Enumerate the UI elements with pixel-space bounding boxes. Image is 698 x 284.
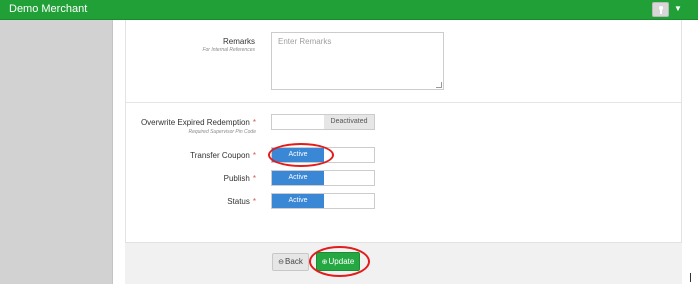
annotation-circle-update (309, 246, 370, 277)
overwrite-expired-toggle[interactable]: Deactivated (271, 114, 375, 130)
publish-toggle[interactable]: Active (271, 170, 375, 186)
toggle-state-active: Active (272, 171, 324, 185)
toggle-state-deactivated: Deactivated (324, 115, 374, 129)
text-cursor (690, 273, 691, 282)
publish-label: Publish * (223, 174, 256, 183)
remarks-placeholder: Enter Remarks (278, 37, 332, 46)
overwrite-expired-label: Overwrite Expired Redemption * (140, 118, 256, 127)
back-button[interactable]: ⊖Back (272, 253, 309, 271)
remarks-hint: For Internal References (202, 47, 255, 53)
brand-title[interactable]: Demo Merchant (9, 3, 87, 15)
status-toggle[interactable]: Active (271, 193, 375, 209)
toggle-state-active: Active (272, 194, 324, 208)
overwrite-expired-hint: Required Supervisor Pin Code (188, 129, 256, 135)
status-label: Status * (227, 197, 256, 206)
transfer-coupon-label: Transfer Coupon * (190, 151, 256, 160)
sidebar (0, 20, 113, 284)
annotation-circle-transfer (268, 143, 334, 167)
form-footer (125, 242, 682, 284)
remarks-label: Remarks (222, 37, 255, 46)
top-navbar: Demo Merchant ▼ (0, 0, 698, 20)
section-divider (126, 102, 681, 103)
back-icon: ⊖ (278, 259, 285, 266)
user-icon (659, 6, 663, 14)
resize-handle-icon[interactable] (436, 82, 442, 88)
user-menu-button[interactable] (652, 2, 669, 17)
remarks-textarea[interactable]: Enter Remarks (271, 32, 444, 90)
chevron-down-icon[interactable]: ▼ (674, 4, 682, 13)
